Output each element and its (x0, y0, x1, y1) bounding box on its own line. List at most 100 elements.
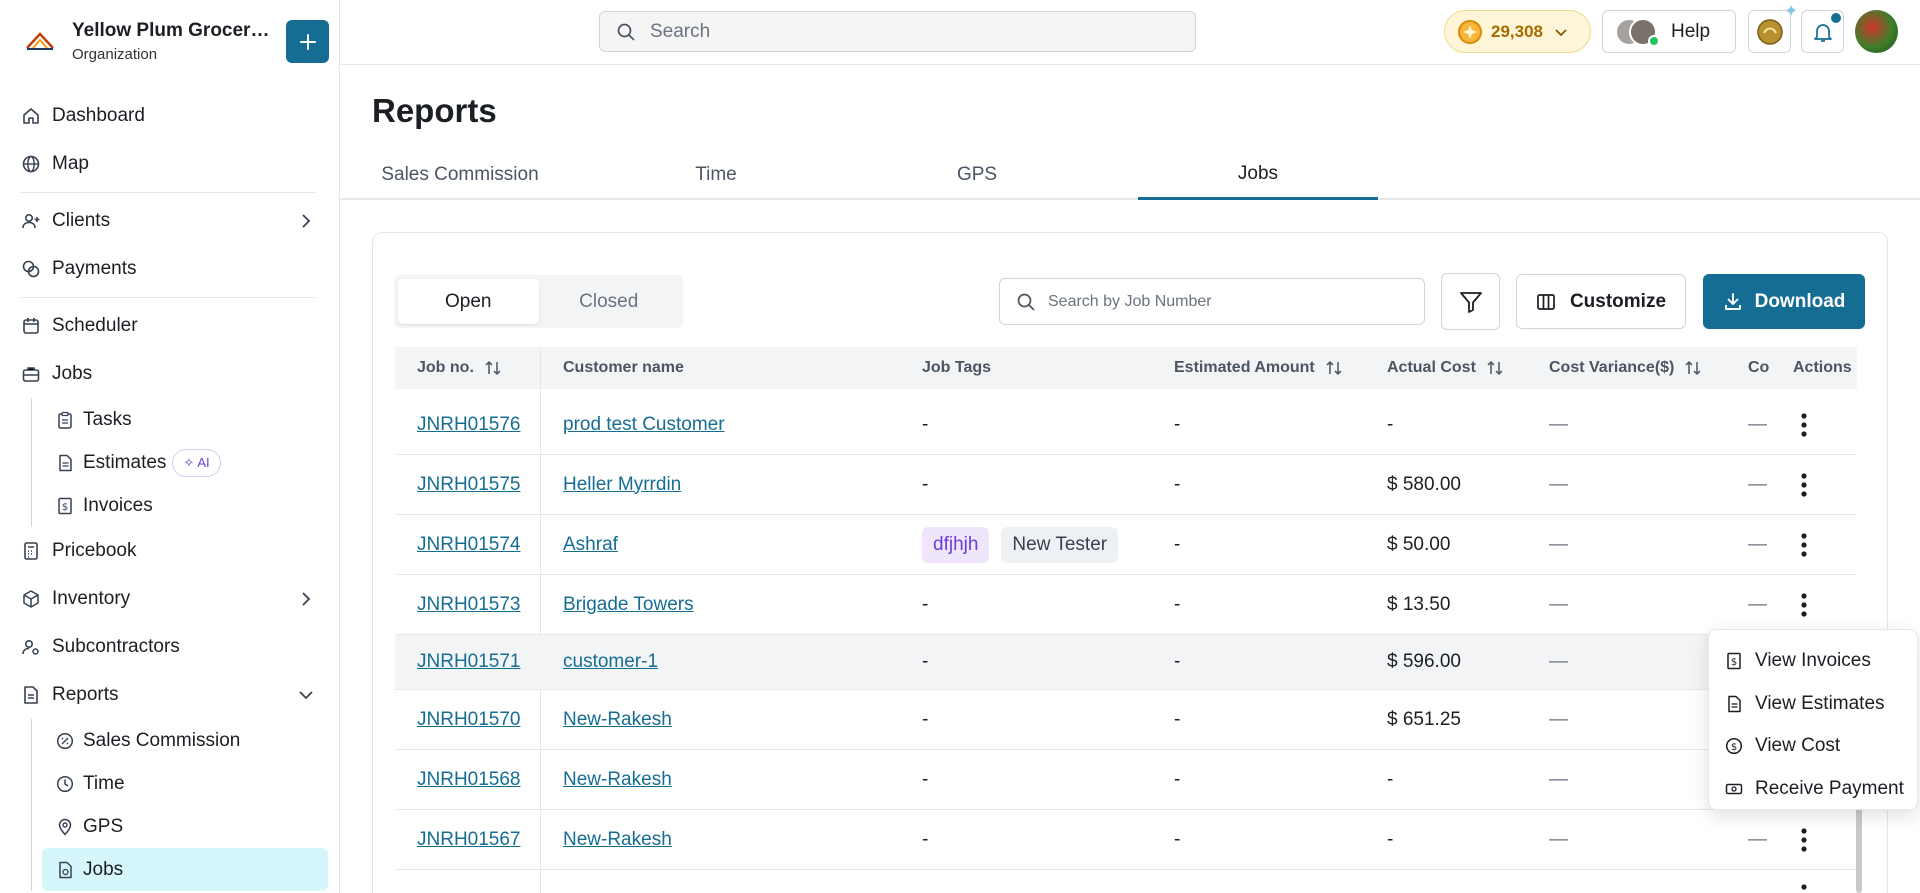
job-number-link[interactable]: JNRH01568 (417, 769, 521, 791)
tab-sales-commission[interactable]: Sales Commission (340, 150, 580, 200)
row-actions-button[interactable] (1799, 396, 1809, 454)
sidebar-item-time[interactable]: Time (0, 762, 340, 805)
search-input[interactable] (650, 20, 1170, 43)
sidebar-item-tasks[interactable]: Tasks (0, 398, 340, 441)
download-button[interactable]: Download (1703, 274, 1865, 329)
job-number-search[interactable] (999, 278, 1425, 325)
customer-link[interactable]: customer-1 (563, 651, 658, 673)
menu-item-view-cost[interactable]: $ View Cost (1709, 725, 1917, 768)
sidebar-item-scheduler[interactable]: Scheduler (0, 302, 340, 350)
sidebar-item-payments[interactable]: Payments (0, 245, 340, 293)
dollar-circle-icon: $ (1725, 737, 1743, 755)
co-cell: — (1748, 533, 1767, 555)
sidebar-item-invoices[interactable]: $ Invoices (0, 484, 340, 527)
gold-coin-icon (1755, 17, 1785, 47)
table-row: JNRH01574 Ashraf dfjhjh New Tester - $ 5… (395, 515, 1857, 575)
row-actions-button[interactable] (1799, 515, 1809, 574)
cost-variance-cell: — (1549, 593, 1568, 615)
closed-toggle-button[interactable]: Closed (539, 279, 680, 324)
header-label: Actual Cost (1387, 359, 1476, 376)
customer-link[interactable]: Brigade Towers (563, 594, 694, 616)
estimated-amount-cell: - (1174, 414, 1181, 435)
sidebar-item-inventory[interactable]: Inventory (0, 575, 340, 623)
job-number-link[interactable]: JNRH01571 (417, 651, 521, 673)
sidebar-item-gps[interactable]: GPS (0, 805, 340, 848)
sidebar-item-label: Inventory (52, 588, 131, 609)
org-name: Yellow Plum Grocers... (72, 19, 272, 41)
job-search-input[interactable] (1048, 292, 1418, 311)
sidebar-item-reports[interactable]: Reports (0, 671, 340, 719)
job-number-link[interactable]: JNRH01570 (417, 709, 521, 731)
actual-cost-cell: - (1387, 768, 1394, 790)
help-button[interactable]: Help (1602, 10, 1736, 53)
sparkle-icon: ✧ (183, 454, 195, 470)
customer-link[interactable]: Ashraf (563, 534, 618, 556)
sidebar-item-jobs[interactable]: Jobs (0, 350, 340, 398)
sidebar-item-dashboard[interactable]: Dashboard (0, 92, 340, 140)
open-toggle-button[interactable]: Open (398, 279, 539, 324)
sidebar-item-label: Invoices (83, 494, 153, 516)
sort-icon[interactable] (1486, 359, 1504, 377)
job-tags-cell: - (922, 473, 929, 495)
sidebar-item-label: Time (83, 772, 125, 794)
sidebar-item-sales-commission[interactable]: Sales Commission (0, 719, 340, 762)
sidebar-item-label: Reports (52, 684, 119, 705)
tab-jobs[interactable]: Jobs (1138, 150, 1378, 200)
customer-link[interactable]: New-Rakesh (563, 709, 672, 731)
customer-link[interactable]: Heller Myrrdin (563, 474, 681, 496)
sort-icon[interactable] (1325, 359, 1343, 377)
sidebar-item-pricebook[interactable]: Pricebook (0, 527, 340, 575)
coins-balance-button[interactable]: 29,308 (1444, 10, 1591, 53)
menu-item-view-estimates[interactable]: View Estimates (1709, 683, 1917, 726)
tab-time[interactable]: Time (596, 150, 836, 200)
sidebar-item-label: Estimates (83, 451, 167, 473)
briefcase-icon (20, 363, 42, 385)
customize-button[interactable]: Customize (1516, 274, 1686, 329)
rewards-button[interactable]: ✦ (1748, 3, 1798, 53)
column-header-cost-variance[interactable]: Cost Variance($) (1549, 347, 1702, 389)
job-number-link[interactable]: JNRH01573 (417, 594, 521, 616)
customer-link[interactable]: New-Rakesh (563, 769, 672, 791)
job-tags-cell: - (922, 708, 929, 730)
job-number-link[interactable]: JNRH01567 (417, 829, 521, 851)
sidebar-item-estimates[interactable]: Estimates ✧ AI (0, 441, 340, 484)
sidebar-item-reports-jobs[interactable]: Jobs (42, 848, 328, 891)
actual-cost-cell: $ 580.00 (1387, 473, 1461, 495)
column-header-actual-cost[interactable]: Actual Cost (1387, 347, 1504, 389)
sort-icon[interactable] (484, 359, 502, 377)
sidebar-item-map[interactable]: Map (0, 140, 340, 188)
filter-button[interactable] (1441, 273, 1500, 330)
menu-item-view-invoices[interactable]: $ View Invoices (1709, 640, 1917, 683)
coins-icon (20, 258, 42, 280)
sidebar-item-subcontractors[interactable]: Subcontractors (0, 623, 340, 671)
global-search[interactable] (599, 11, 1196, 52)
notifications-button[interactable] (1801, 10, 1844, 53)
job-number-link[interactable]: JNRH01575 (417, 474, 521, 496)
svg-text:$: $ (1731, 657, 1737, 668)
column-header-job-no[interactable]: Job no. (417, 347, 502, 389)
org-switcher[interactable]: Yellow Plum Grocers... Organization (20, 16, 330, 66)
sidebar-item-clients[interactable]: Clients (0, 197, 340, 245)
sidebar-item-label: Payments (52, 258, 137, 279)
customer-link[interactable]: prod test Customer (563, 414, 725, 436)
quick-add-button[interactable] (286, 20, 329, 63)
job-tags-cell: - (922, 768, 929, 790)
row-actions-button[interactable] (1799, 575, 1809, 634)
sort-icon[interactable] (1684, 359, 1702, 377)
row-actions-button[interactable] (1799, 882, 1809, 893)
row-actions-button[interactable] (1799, 455, 1809, 514)
help-label: Help (1671, 20, 1711, 42)
job-number-link[interactable]: JNRH01574 (417, 534, 521, 556)
user-avatar[interactable] (1855, 10, 1898, 53)
menu-item-receive-payment[interactable]: Receive Payment (1709, 768, 1917, 811)
job-number-link[interactable]: JNRH01576 (417, 414, 521, 436)
customer-link[interactable]: New-Rakesh (563, 829, 672, 851)
job-tags-cell: - (922, 414, 929, 435)
row-actions-button[interactable] (1799, 810, 1809, 869)
job-report-icon (55, 860, 75, 880)
column-header-estimated-amount[interactable]: Estimated Amount (1174, 347, 1343, 389)
sidebar-item-label: Dashboard (52, 105, 145, 126)
tab-gps[interactable]: GPS (857, 150, 1097, 200)
chevron-right-icon (296, 211, 316, 231)
cost-variance-cell: — (1549, 651, 1568, 672)
